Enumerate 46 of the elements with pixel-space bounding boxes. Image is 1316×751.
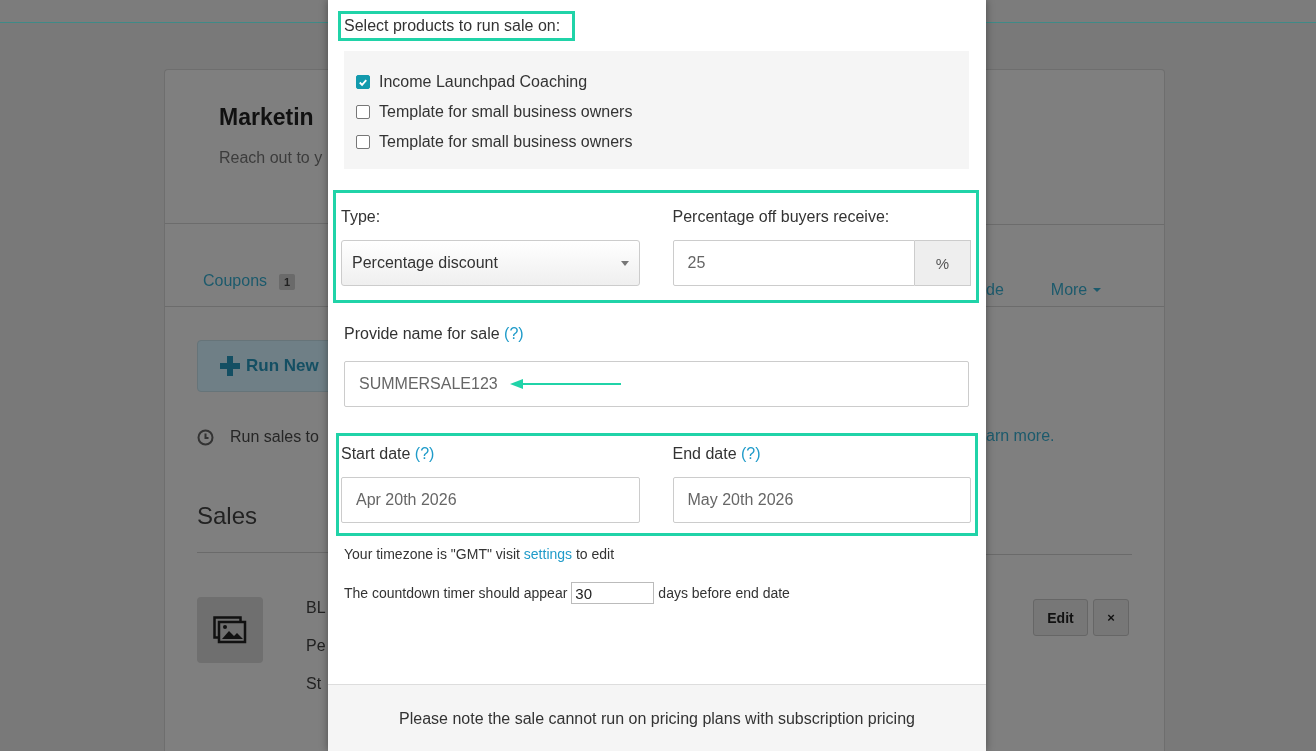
more-menu[interactable]: More [1050, 273, 1102, 306]
checkbox[interactable] [356, 135, 370, 149]
sale-detail: Pe [306, 637, 326, 655]
product-label: Template for small business owners [379, 133, 633, 151]
start-date-field[interactable]: Apr 20th 2026 [341, 477, 640, 523]
countdown-days-field[interactable]: 30 [571, 582, 655, 604]
percentage-label: Percentage off buyers receive: [672, 208, 891, 226]
edit-button[interactable]: Edit [1033, 599, 1088, 636]
product-label: Income Launchpad Coaching [379, 73, 588, 91]
type-label: Type: [341, 208, 382, 226]
product-label: Template for small business owners [379, 103, 633, 121]
countdown-label: The countdown timer should appear [344, 585, 568, 601]
clock-icon [197, 428, 214, 446]
type-dropdown[interactable]: Percentage discount [341, 240, 640, 286]
info-text: Run sales to [230, 428, 319, 446]
help-link[interactable]: (?) [741, 445, 761, 462]
page-title: Marketin [219, 104, 315, 131]
countdown-suffix: days before end date [658, 585, 790, 601]
end-date-label: End date [672, 445, 737, 462]
checkbox[interactable] [356, 105, 370, 119]
help-link[interactable]: (?) [504, 325, 524, 342]
start-date-label: Start date [341, 445, 411, 462]
learn-more-link[interactable]: arn more. [986, 427, 1055, 444]
settings-link[interactable]: settings [523, 546, 573, 562]
sale-name-field[interactable]: SUMMERSALE123 [344, 361, 969, 407]
caret-icon [1093, 287, 1102, 292]
checkbox[interactable] [356, 75, 370, 89]
caret-icon [620, 260, 629, 266]
tab[interactable]: de [986, 273, 1004, 306]
page-subtitle: Reach out to y [219, 149, 324, 167]
timezone-note: Your timezone is "GMT" visit settings to edit [344, 546, 616, 562]
image-icon [213, 616, 247, 644]
count-badge: 1 [279, 274, 296, 290]
percentage-field[interactable]: 25 [672, 240, 915, 286]
remove-button[interactable]: × [1093, 599, 1129, 636]
name-label: Provide name for sale [344, 325, 500, 342]
sale-detail: BL [306, 599, 326, 617]
end-date-field[interactable]: May 20th 2026 [672, 477, 971, 523]
products-label: Select products to run sale on: [344, 17, 561, 34]
help-link[interactable]: (?) [414, 445, 435, 462]
tab[interactable]: Coupons [203, 272, 268, 290]
subscription-note: Please note the sale cannot run on pricing plans with subscription pricing [399, 709, 915, 728]
section-title: Sales [197, 502, 259, 530]
sale-detail: St [306, 675, 323, 693]
run-sale-button[interactable]: Run New [197, 340, 328, 392]
percent-addon: % [915, 240, 971, 286]
